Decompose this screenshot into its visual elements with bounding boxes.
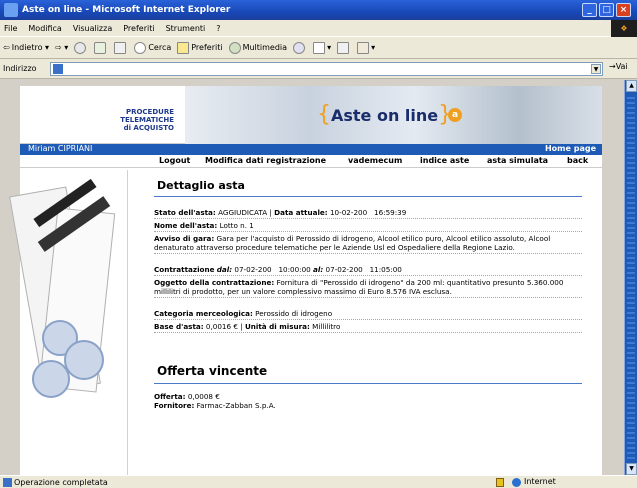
- nav-modifica-dati[interactable]: Modifica dati registrazione: [205, 156, 326, 165]
- browser-window: Aste on line - Microsoft Internet Explor…: [0, 0, 637, 488]
- home-button[interactable]: [114, 41, 128, 54]
- ie-icon: [4, 3, 18, 17]
- winner-title: Offerta vincente: [157, 364, 268, 378]
- forward-button[interactable]: ⇨ ▾: [55, 43, 68, 52]
- go-button[interactable]: →Vai: [609, 62, 628, 71]
- nav-back[interactable]: back: [567, 156, 588, 165]
- mail-button[interactable]: ▾: [313, 41, 331, 54]
- row-offerta: Offerta: 0,0008 €: [154, 392, 220, 401]
- mail-icon: [313, 41, 326, 54]
- star-icon: [177, 41, 190, 54]
- nav-indice-aste[interactable]: indice aste: [420, 156, 469, 165]
- row-avviso: Avviso di gara: Gara per l'acquisto di P…: [154, 234, 582, 254]
- close-button[interactable]: ×: [616, 3, 631, 17]
- nav-vademecum[interactable]: vademecum: [348, 156, 402, 165]
- refresh-icon: [94, 41, 107, 54]
- coin-image: [32, 360, 70, 398]
- search-button[interactable]: Cerca: [134, 41, 171, 54]
- menu-modifica[interactable]: Modifica: [28, 24, 61, 33]
- history-button[interactable]: [293, 41, 307, 54]
- stop-icon: [74, 41, 87, 54]
- row-nome: Nome dell'asta: Lotto n. 1: [154, 221, 582, 232]
- back-arrow-icon: ⇦: [3, 43, 10, 52]
- menu-file[interactable]: File: [4, 24, 17, 33]
- zone-label: Internet: [524, 477, 556, 486]
- edit-icon: [357, 41, 370, 54]
- aste-online-logo: {Aste on line}: [317, 102, 453, 127]
- menu-strumenti[interactable]: Strumenti: [166, 24, 206, 33]
- side-illustration: [9, 170, 128, 475]
- row-fornitore: Fornitore: Farmac-Zabban S.p.A.: [154, 401, 276, 410]
- home-page-link[interactable]: Home page: [545, 144, 596, 153]
- maximize-button[interactable]: □: [599, 3, 614, 17]
- menu-preferiti[interactable]: Preferiti: [123, 24, 154, 33]
- address-dropdown[interactable]: ▼: [591, 64, 601, 74]
- history-icon: [293, 41, 306, 54]
- site-page: PROCEDURE TELEMATICHE di ACQUISTO {Aste …: [9, 86, 602, 475]
- address-input[interactable]: ▼: [50, 62, 603, 76]
- page-viewport: PROCEDURE TELEMATICHE di ACQUISTO {Aste …: [0, 80, 624, 475]
- windows-logo-icon: ❖: [611, 20, 637, 37]
- favorites-button[interactable]: Preferiti: [177, 41, 223, 54]
- toolbar: ⇦ Indietro ▾ ⇨ ▾ Cerca Preferiti Multimed…: [0, 37, 637, 59]
- menu-bar: File Modifica Visualizza Preferiti Strum…: [0, 20, 637, 37]
- address-bar: Indirizzo ▼ →Vai: [0, 59, 637, 79]
- minimize-button[interactable]: _: [582, 3, 597, 17]
- refresh-button[interactable]: [94, 41, 108, 54]
- winner-underline: [154, 383, 582, 384]
- media-icon: [228, 41, 241, 54]
- home-icon: [114, 41, 127, 54]
- logo-a-icon: a: [448, 108, 462, 122]
- search-icon: [134, 41, 147, 54]
- site-banner: PROCEDURE TELEMATICHE di ACQUISTO {Aste …: [20, 86, 602, 144]
- status-bar: Operazione completata Internet: [0, 475, 637, 488]
- scroll-track[interactable]: [627, 94, 635, 459]
- back-button[interactable]: ⇦ Indietro ▾: [3, 43, 49, 52]
- menu-visualizza[interactable]: Visualizza: [73, 24, 112, 33]
- menu-help[interactable]: ?: [216, 24, 220, 33]
- media-button[interactable]: Multimedia: [228, 41, 287, 54]
- row-stato: Stato dell'asta: AGGIUDICATA | Data attu…: [154, 208, 582, 219]
- forward-arrow-icon: ⇨: [55, 43, 62, 52]
- nav-logout[interactable]: Logout: [159, 156, 190, 165]
- print-button[interactable]: [337, 41, 351, 54]
- nav-asta-simulata[interactable]: asta simulata: [487, 156, 548, 165]
- address-label: Indirizzo: [3, 64, 37, 73]
- scroll-down-button[interactable]: ▼: [626, 463, 637, 475]
- page-done-icon: [3, 478, 12, 487]
- lock-icon: [496, 478, 504, 487]
- stop-button[interactable]: [74, 41, 88, 54]
- user-name: Miriam CIPRIANI: [28, 144, 93, 153]
- site-nav: Logout Modifica dati registrazione vadem…: [20, 155, 602, 168]
- detail-title: Dettaglio asta: [157, 179, 245, 192]
- row-oggetto: Oggetto della contrattazione: Fornitura …: [154, 278, 582, 298]
- window-title: Aste on line - Microsoft Internet Explor…: [22, 5, 231, 15]
- vertical-scrollbar[interactable]: ▲ ▼: [624, 80, 637, 475]
- user-bar: Miriam CIPRIANI Home page: [20, 144, 602, 155]
- print-icon: [337, 41, 350, 54]
- edit-button[interactable]: ▾: [357, 41, 375, 54]
- status-text: Operazione completata: [14, 477, 108, 487]
- scroll-up-button[interactable]: ▲: [626, 80, 637, 92]
- row-contrattazione: Contrattazione dal: 07-02-200 10:00:00 a…: [154, 265, 582, 276]
- internet-zone-icon: [512, 478, 521, 487]
- procedure-logo: PROCEDURE TELEMATICHE di ACQUISTO: [120, 108, 174, 132]
- row-base-asta: Base d'asta: 0,0016 € | Unità di misura:…: [154, 322, 582, 333]
- row-categoria: Categoria merceologica: Perossido di idr…: [154, 309, 582, 320]
- title-underline: [154, 196, 582, 197]
- auction-detail: Dettaglio asta Stato dell'asta: AGGIUDIC…: [130, 170, 602, 475]
- page-icon: [53, 64, 63, 74]
- coin-image: [64, 340, 104, 380]
- title-bar: Aste on line - Microsoft Internet Explor…: [0, 0, 637, 20]
